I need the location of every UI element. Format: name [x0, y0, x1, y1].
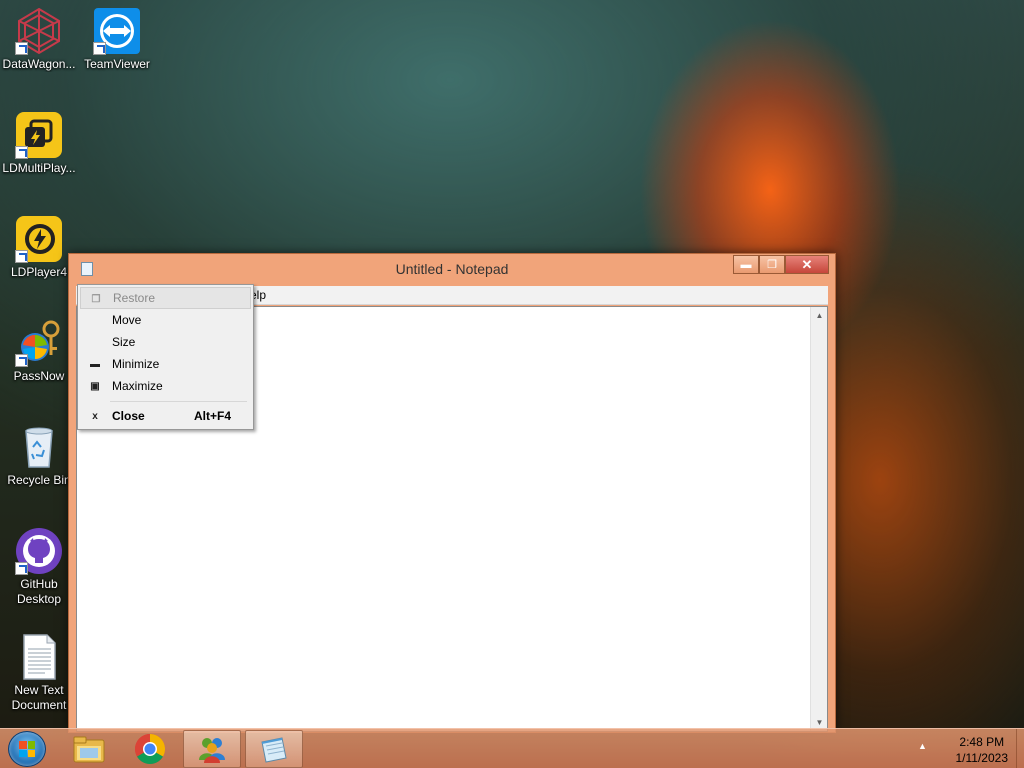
recycle-bin-icon: [15, 423, 63, 471]
file-explorer-icon: [73, 736, 105, 763]
desktop-icon-ldmultiplayer[interactable]: LDMultiPlay...: [0, 111, 78, 176]
desktop-icon-label: DataWagon...: [2, 57, 76, 71]
clock-time: 2:48 PM: [959, 735, 1005, 749]
clock-date: 1/11/2023: [955, 751, 1009, 765]
desktop-icon-ldplayer[interactable]: LDPlayer4: [0, 215, 78, 280]
menu-item-minimize[interactable]: ▬ Minimize: [80, 353, 251, 375]
menu-item-label: Move: [112, 313, 142, 327]
taskbar-notepad[interactable]: [245, 730, 303, 768]
restore-icon: ❐: [91, 293, 101, 305]
desktop-icon-passnow[interactable]: PassNow: [0, 319, 78, 384]
close-icon: x: [92, 410, 98, 422]
menu-item-close[interactable]: x Close Alt+F4: [80, 405, 251, 427]
show-hidden-icons-icon[interactable]: ▲: [918, 741, 927, 751]
desktop-icon-teamviewer[interactable]: TeamViewer: [78, 7, 156, 72]
text-document-icon: [15, 633, 63, 681]
desktop-icon-recycle-bin[interactable]: Recycle Bin: [0, 423, 78, 488]
minimize-button[interactable]: ▬: [733, 255, 759, 274]
desktop-icon-label: LDPlayer4: [10, 265, 68, 279]
scroll-up-arrow-icon[interactable]: ▲: [811, 307, 828, 324]
start-button[interactable]: [8, 731, 46, 767]
menu-item-label: Minimize: [112, 357, 160, 371]
github-icon: [15, 527, 63, 575]
window-title: Untitled - Notepad: [395, 261, 509, 277]
menu-separator: [110, 401, 247, 402]
chrome-icon: [134, 734, 166, 765]
desktop-icon-label-line1: GitHub: [20, 577, 58, 591]
clock[interactable]: 2:48 PM 1/11/2023: [956, 734, 1009, 766]
ldmultiplayer-icon: [15, 111, 63, 159]
caption-buttons: ▬ ❐ ✕: [733, 255, 829, 274]
menu-item-move[interactable]: Move: [80, 309, 251, 331]
menu-item-label: Size: [112, 335, 136, 349]
restore-button[interactable]: ❐: [759, 255, 785, 274]
desktop-icon-label: LDMultiPlay...: [2, 161, 76, 175]
windows-logo-icon: [19, 741, 35, 757]
desktop-icon-github-desktop[interactable]: GitHub Desktop: [0, 527, 78, 607]
menu-item-maximize[interactable]: ▣ Maximize: [80, 375, 251, 397]
taskbar-file-explorer[interactable]: [60, 730, 118, 768]
desktop-icon-label: PassNow: [13, 369, 65, 383]
title-bar[interactable]: Untitled - Notepad ▬ ❐ ✕: [69, 254, 835, 284]
minimize-icon: ▬: [90, 358, 100, 370]
desktop-icon-label-line1: New Text: [14, 683, 64, 697]
menu-item-label: Restore: [113, 291, 156, 305]
notepad-icon: [261, 737, 287, 763]
close-icon: ✕: [801, 256, 813, 272]
desktop-icon-new-text-document[interactable]: New Text Document: [0, 633, 78, 713]
maximize-icon: ▣: [90, 380, 100, 392]
taskbar: ▲ 2:48 PM 1/11/2023: [0, 728, 1024, 768]
desktop-icon-label: TeamViewer: [84, 57, 150, 71]
passnow-icon: [15, 319, 63, 367]
menu-item-shortcut: Alt+F4: [193, 409, 231, 423]
vertical-scrollbar[interactable]: ▲ ▼: [810, 307, 827, 731]
desktop-icon-label: Recycle Bin: [7, 473, 71, 487]
datawagon-icon: [15, 7, 63, 55]
desktop-icon-label-line2: Desktop: [16, 592, 62, 606]
window-system-menu: ❐ Restore Move Size ▬ Minimize ▣ Maximiz…: [77, 284, 254, 430]
menu-item-size[interactable]: Size: [80, 331, 251, 353]
people-app-icon: [199, 738, 225, 763]
teamviewer-icon: [93, 7, 141, 55]
menu-item-restore[interactable]: ❐ Restore: [80, 287, 251, 309]
menu-item-label: Close: [112, 409, 145, 423]
close-button[interactable]: ✕: [785, 255, 829, 274]
desktop-icon-datawagon[interactable]: DataWagon...: [0, 7, 78, 72]
ldplayer-icon: [15, 215, 63, 263]
menu-item-label: Maximize: [112, 379, 163, 393]
show-desktop-button[interactable]: [1016, 729, 1024, 768]
restore-icon: ❐: [767, 259, 777, 271]
taskbar-people-app[interactable]: [183, 730, 241, 768]
desktop-icon-label-line2: Document: [11, 698, 67, 712]
minimize-icon: ▬: [740, 258, 752, 271]
taskbar-chrome[interactable]: [121, 730, 179, 768]
system-tray: ▲ 2:48 PM 1/11/2023: [914, 729, 1024, 768]
